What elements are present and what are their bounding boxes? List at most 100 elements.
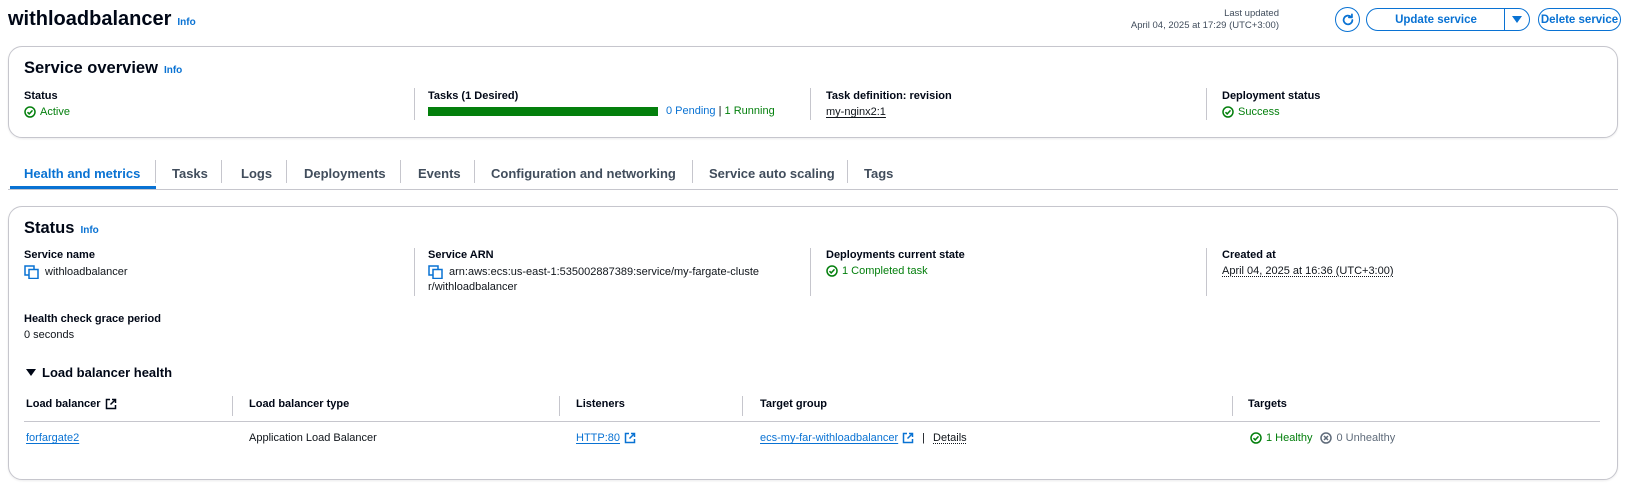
load-balancer-link[interactable]: forfargate2 [26,432,79,444]
page-info-link[interactable]: Info [177,17,195,28]
grace-period-label: Health check grace period [24,313,161,325]
column-header-load-balancer: Load balancer [26,398,117,410]
divider [414,248,415,296]
task-definition-label: Task definition: revision [826,90,952,102]
success-icon [24,106,36,118]
tab-tags[interactable]: Tags [864,166,893,181]
tab-service-auto-scaling[interactable]: Service auto scaling [709,166,835,181]
service-arn-line1: arn:aws:ecs:us-east-1:535002887389:servi… [449,266,759,278]
column-header-load-balancer-text: Load balancer [26,398,101,410]
target-group-cell: ecs-my-far-withloadbalancer | Details [760,432,967,444]
page-title: withloadbalancer [8,8,172,30]
copy-icon[interactable] [24,265,39,279]
load-balancer-type-cell: Application Load Balancer [249,432,377,444]
tasks-label: Tasks (1 Desired) [428,90,519,102]
status-label: Status [24,90,58,102]
divider [414,88,415,120]
last-updated-value: April 04, 2025 at 17:29 (UTC+3:00) [1130,20,1279,31]
service-name-label: Service name [24,249,95,261]
caret-down-icon [1512,15,1522,23]
targets-unhealthy-text: 0 Unhealthy [1336,432,1396,444]
status-value-text: Active [40,106,70,118]
refresh-icon [1342,12,1353,25]
success-icon [826,265,838,277]
tab-logs[interactable]: Logs [241,166,272,181]
tasks-counts: 0 Pending | 1 Running [666,105,775,117]
copy-icon[interactable] [428,265,443,279]
external-link-icon[interactable] [624,432,636,444]
listener-link[interactable]: HTTP:80 [576,432,620,444]
service-arn-label: Service ARN [428,249,494,261]
divider [810,248,811,296]
target-group-details[interactable]: Details [933,432,967,444]
deployments-state-label: Deployments current state [826,249,965,261]
table-header-divider [24,421,1600,422]
targets-healthy-text: 1 Healthy [1266,432,1313,444]
targets-unhealthy: 0 Unhealthy [1320,432,1395,444]
delete-service-button[interactable]: Delete service [1538,8,1621,31]
load-balancer-health-label: Load balancer health [42,365,173,380]
deployments-state-value: 1 Completed task [826,265,928,277]
refresh-button[interactable] [1335,7,1360,32]
page-header: withloadbalancer Info [8,8,196,31]
service-overview-card [8,46,1618,138]
service-name-text: withloadbalancer [45,266,128,278]
deployments-state-text: 1 Completed task [842,265,928,277]
tab-events[interactable]: Events [418,166,461,181]
deployment-status-value: Success [1222,106,1280,118]
tasks-progress-bar [428,107,658,116]
targets-healthy: 1 Healthy [1250,432,1312,444]
status-title-text: Status [24,219,75,237]
target-group-link[interactable]: ecs-my-far-withloadbalancer [760,432,898,444]
column-header-load-balancer-type: Load balancer type [249,398,350,410]
column-divider [1232,396,1233,416]
created-at-label: Created at [1222,249,1276,261]
target-group-separator: | [922,432,926,444]
update-service-button[interactable]: Update service [1366,8,1506,31]
external-link-icon[interactable] [902,432,914,444]
service-overview-info-link[interactable]: Info [164,65,182,76]
status-title: Status Info [24,219,99,238]
tab-tasks[interactable]: Tasks [172,166,208,181]
column-divider [559,396,560,416]
tab-divider [221,160,222,183]
grace-period-value: 0 seconds [24,329,75,341]
task-definition-link[interactable]: my-nginx2:1 [826,106,886,118]
column-header-listeners: Listeners [576,398,625,410]
caret-down-icon [26,368,36,376]
status-value: Active [24,106,70,118]
listener-cell: HTTP:80 [576,432,636,444]
external-link-icon [105,398,116,410]
status-info-link[interactable]: Info [80,225,98,236]
service-arn-line2: r/withloadbalancer [428,281,518,293]
tab-health-and-metrics[interactable]: Health and metrics [24,166,140,181]
tab-divider [155,160,156,183]
tab-divider [286,160,287,183]
targets-cell: 1 Healthy 0 Unhealthy [1250,432,1395,444]
created-at-value: April 04, 2025 at 16:36 (UTC+3:00) [1222,265,1394,277]
tab-deployments[interactable]: Deployments [304,166,386,181]
tab-configuration-and-networking[interactable]: Configuration and networking [491,166,676,181]
column-header-targets: Targets [1248,398,1287,410]
column-header-target-group: Target group [760,398,828,410]
deployment-status-label: Deployment status [1222,90,1321,102]
divider [1206,88,1207,120]
tasks-running[interactable]: 1 Running [725,105,775,117]
tab-divider [847,160,848,183]
tab-divider [474,160,475,183]
x-circle-icon [1320,432,1333,444]
service-arn-value: arn:aws:ecs:us-east-1:535002887389:servi… [428,265,759,279]
update-service-dropdown[interactable] [1504,8,1530,31]
column-divider [232,396,233,416]
tasks-separator: | [718,105,722,117]
service-overview-title-text: Service overview [24,59,158,77]
success-icon [1250,432,1262,444]
tasks-pending[interactable]: 0 Pending [666,105,716,117]
load-balancer-health-toggle[interactable]: Load balancer health [26,365,172,380]
last-updated-label: Last updated [1224,8,1279,19]
last-updated: Last updated April 04, 2025 at 17:29 (UT… [1131,8,1279,32]
tabs-baseline [8,189,1618,190]
column-divider [742,396,743,416]
service-name-value: withloadbalancer [24,265,128,279]
divider [810,88,811,120]
